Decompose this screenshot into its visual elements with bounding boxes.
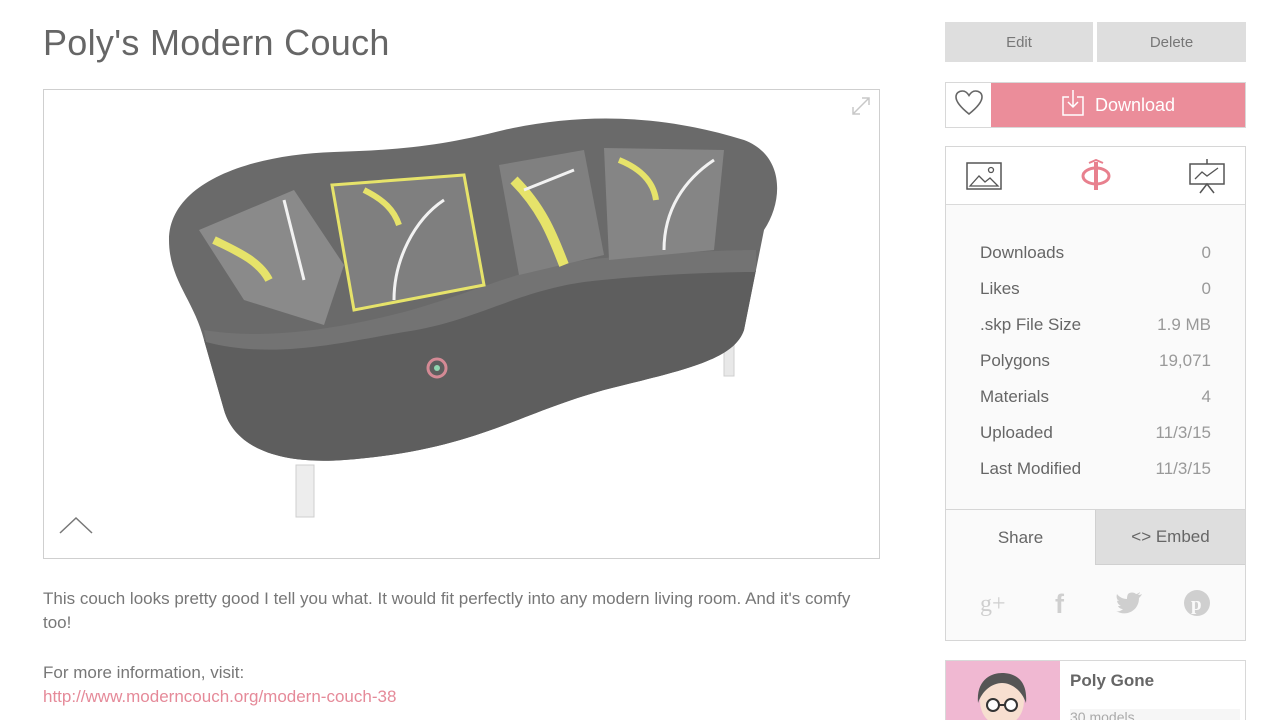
share-tabs: Share <> Embed (946, 509, 1245, 565)
pillow (604, 148, 724, 260)
twitter-icon[interactable] (1112, 586, 1146, 620)
download-label: Download (1094, 94, 1176, 115)
more-info-link[interactable]: http://www.moderncouch.org/modern-couch-… (43, 685, 396, 709)
download-icon (1061, 89, 1085, 122)
facebook-icon[interactable]: f (1045, 586, 1079, 620)
author-name[interactable]: Poly Gone (1070, 671, 1154, 691)
view-tabs (946, 147, 1245, 205)
page-title: Poly's Modern Couch (43, 22, 390, 63)
download-row: Download (945, 82, 1246, 128)
delete-button[interactable]: Delete (1097, 22, 1246, 62)
stats-list: Downloads 0 Likes 0 .skp File Size 1.9 MB P… (946, 205, 1245, 487)
like-button[interactable] (946, 83, 991, 127)
pillow (330, 173, 486, 312)
tab-share[interactable]: Share (946, 510, 1095, 565)
model-viewer[interactable] (43, 89, 880, 559)
couch-model[interactable] (44, 90, 880, 559)
svg-text:p: p (1191, 594, 1202, 615)
author-card[interactable]: Poly Gone 30 models (945, 660, 1246, 720)
google-plus-icon[interactable]: g+ (977, 586, 1011, 620)
image-icon[interactable] (964, 156, 1004, 196)
svg-text:f: f (1055, 589, 1065, 617)
rotate-3d-icon[interactable] (1076, 156, 1116, 196)
collapse-icon[interactable] (58, 515, 94, 537)
stat-row: Polygons 19,071 (980, 351, 1211, 370)
tab-embed[interactable]: <> Embed (1095, 510, 1245, 565)
model-description: This couch looks pretty good I tell you … (43, 589, 851, 632)
download-button[interactable]: Download (991, 83, 1245, 127)
social-links: g+ f p (946, 585, 1245, 621)
more-info-label: For more information, visit: (43, 663, 245, 682)
stat-row: Last Modified 11/3/15 (980, 459, 1211, 478)
stat-row: Likes 0 (980, 279, 1211, 298)
stat-row: Downloads 0 (980, 243, 1211, 262)
model-info-panel: Downloads 0 Likes 0 .skp File Size 1.9 MB P… (945, 146, 1246, 641)
avatar (946, 661, 1060, 720)
svg-text:g+: g+ (980, 591, 1006, 616)
fullscreen-icon[interactable] (851, 96, 871, 116)
heart-icon (954, 89, 983, 121)
author-model-count: 30 models (1070, 709, 1240, 720)
stat-row: Materials 4 (980, 387, 1211, 406)
pinterest-icon[interactable]: p (1180, 586, 1214, 620)
edit-button[interactable]: Edit (945, 22, 1093, 62)
presentation-icon[interactable] (1187, 156, 1227, 196)
stat-row: Uploaded 11/3/15 (980, 423, 1211, 442)
stat-row: .skp File Size 1.9 MB (980, 315, 1211, 334)
